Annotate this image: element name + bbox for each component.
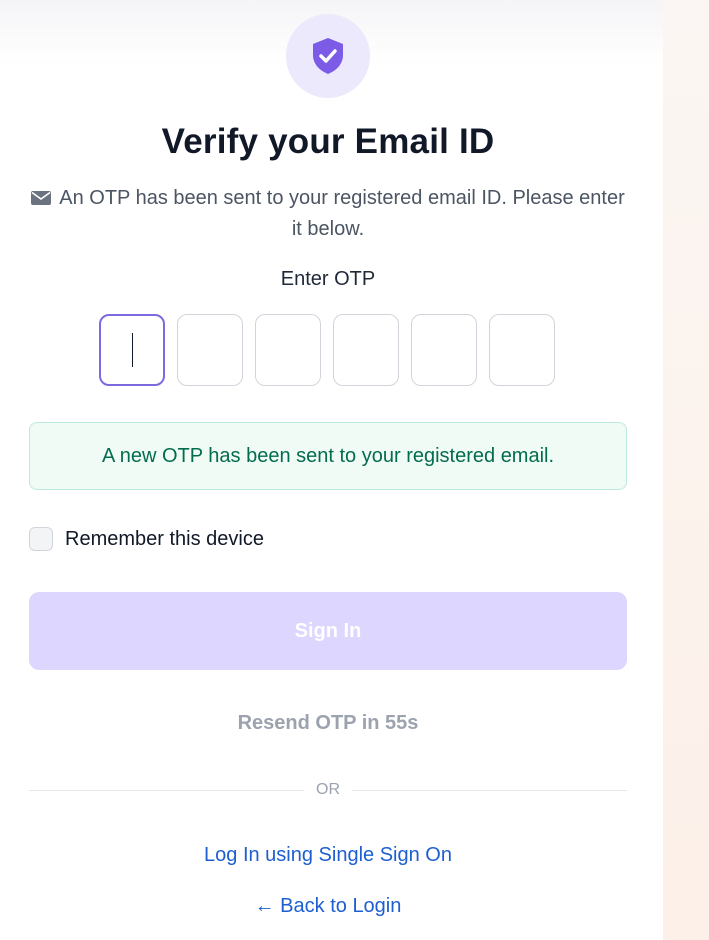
remember-checkbox[interactable] xyxy=(29,527,53,551)
shield-badge xyxy=(286,14,370,98)
background-panel xyxy=(663,0,709,940)
otp-label: Enter OTP xyxy=(280,268,376,290)
page-title: Verify your Email ID xyxy=(161,122,495,161)
remember-label[interactable]: Remember this device xyxy=(65,528,264,551)
back-to-login-link[interactable]: ← Back to Login xyxy=(0,895,656,918)
or-divider: OR xyxy=(29,778,627,802)
subtitle: An OTP has been sent to your registered … xyxy=(28,183,628,244)
remember-device[interactable]: Remember this device xyxy=(29,527,264,551)
otp-digit-6[interactable] xyxy=(489,314,555,386)
divider-line-left xyxy=(29,789,304,791)
otp-digit-3[interactable] xyxy=(255,314,321,386)
shield-check-icon xyxy=(313,38,343,74)
divider-text: OR xyxy=(316,781,340,798)
verify-card: Verify your Email ID An OTP has been sen… xyxy=(0,0,663,940)
otp-sent-notice: A new OTP has been sent to your register… xyxy=(29,422,627,490)
sign-in-button[interactable]: Sign In xyxy=(29,592,627,670)
otp-digit-1-wrap xyxy=(99,314,165,386)
mail-icon xyxy=(31,184,52,214)
subtitle-text: An OTP has been sent to your registered … xyxy=(59,187,625,240)
notice-text: A new OTP has been sent to your register… xyxy=(101,444,555,467)
text-caret xyxy=(132,333,133,367)
divider-line-right xyxy=(352,789,627,791)
otp-digit-5[interactable] xyxy=(411,314,477,386)
resend-otp-timer: Resend OTP in 55s xyxy=(237,712,419,734)
otp-inputs xyxy=(99,314,555,386)
otp-digit-4[interactable] xyxy=(333,314,399,386)
sso-link[interactable]: Log In using Single Sign On xyxy=(0,844,656,867)
otp-digit-2[interactable] xyxy=(177,314,243,386)
